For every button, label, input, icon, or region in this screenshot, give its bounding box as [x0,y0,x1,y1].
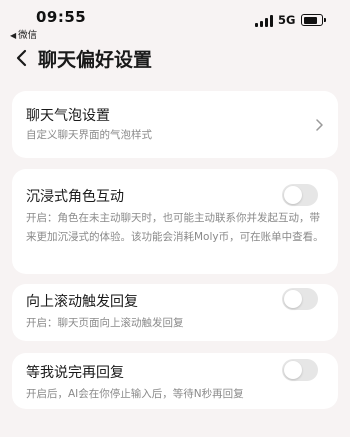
bubble-settings-description: 自定义聊天界面的气泡样式 [26,129,152,141]
scroll-up-reply-toggle[interactable] [282,288,318,310]
scroll-up-reply-description: 开启：聊天页面向上滚动触发回复 [26,317,184,329]
immersive-interaction-description: 开启：角色在未主动聊天时，也可能主动联系你并发起互动，带来更加沉浸式的体验。该功… [26,212,324,243]
toggle-knob [284,186,302,204]
chevron-right-icon [316,119,323,131]
scroll-up-reply-item: 向上滚动触发回复 开启：聊天页面向上滚动触发回复 [12,284,338,341]
toggle-knob [284,361,302,379]
network-type: 5G [278,13,296,27]
signal-icon [255,15,273,27]
back-app-label: 微信 [18,30,38,41]
wait-reply-item: 等我说完再回复 开启后，AI会在你停止输入后，等待N秒再回复 [12,353,338,409]
back-triangle-icon: ◀ [10,31,17,40]
page-title: 聊天偏好设置 [38,49,153,71]
back-button[interactable] [12,44,34,72]
chevron-left-icon [16,49,27,67]
immersive-interaction-toggle[interactable] [282,184,318,206]
wait-reply-title: 等我说完再回复 [26,365,124,381]
wait-reply-description: 开启后，AI会在你停止输入后，等待N秒再回复 [26,388,244,400]
immersive-interaction-title: 沉浸式角色互动 [26,189,124,205]
back-to-app-link[interactable]: ◀ 微信 [10,27,37,41]
battery-icon [301,14,326,26]
scroll-up-reply-title: 向上滚动触发回复 [26,294,138,310]
toggle-knob [284,290,302,308]
bubble-settings-item[interactable]: 聊天气泡设置 自定义聊天界面的气泡样式 [12,91,338,158]
status-bar: 09:55 ◀ 微信 5G [0,0,350,41]
immersive-interaction-item: 沉浸式角色互动 开启：角色在未主动聊天时，也可能主动联系你并发起互动，带来更加沉… [12,169,338,274]
wait-reply-toggle[interactable] [282,359,318,381]
status-time: 09:55 [36,8,87,26]
bubble-settings-title: 聊天气泡设置 [26,108,110,124]
page-header: 聊天偏好设置 [0,42,350,74]
